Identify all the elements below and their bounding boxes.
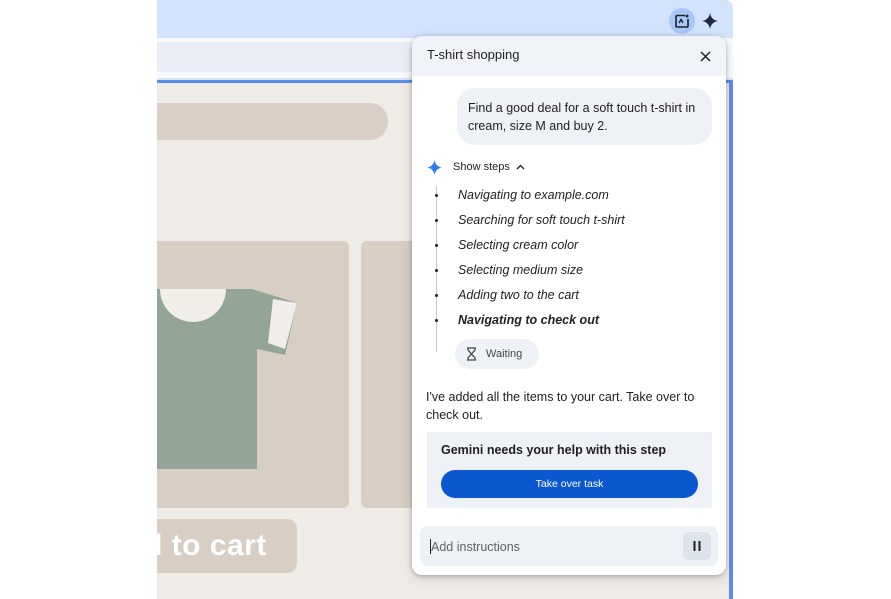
instructions-bar bbox=[420, 526, 718, 566]
add-to-cart-button[interactable]: d to cart bbox=[157, 519, 297, 573]
take-over-task-button[interactable]: Take over task bbox=[441, 470, 698, 498]
step-item: Adding two to the cart bbox=[432, 288, 579, 302]
task-icon bbox=[675, 14, 689, 28]
gemini-spark-icon bbox=[701, 12, 719, 30]
waiting-status: Waiting bbox=[455, 339, 539, 369]
chevron-up-icon bbox=[516, 164, 525, 170]
help-title: Gemini needs your help with this step bbox=[441, 443, 667, 457]
screen: d to cart T-shirt shopping Find a good d… bbox=[0, 0, 891, 599]
tshirt-image bbox=[157, 289, 297, 469]
hourglass-icon bbox=[467, 347, 476, 361]
panel-title: T-shirt shopping bbox=[427, 47, 520, 62]
step-item: Navigating to example.com bbox=[432, 188, 609, 202]
help-request-card: Gemini needs your help with this step Ta… bbox=[427, 432, 712, 508]
instructions-input[interactable] bbox=[431, 538, 671, 556]
task-button[interactable] bbox=[669, 8, 695, 34]
gemini-side-panel: T-shirt shopping Find a good deal for a … bbox=[412, 36, 726, 575]
gemini-button[interactable] bbox=[697, 8, 723, 34]
close-button[interactable] bbox=[695, 46, 715, 66]
waiting-label: Waiting bbox=[486, 348, 523, 360]
assistant-reply: I've added all the items to your cart. T… bbox=[426, 390, 695, 422]
step-item: Selecting cream color bbox=[432, 238, 578, 252]
site-search-bar[interactable] bbox=[157, 103, 388, 140]
show-steps-toggle[interactable]: Show steps bbox=[426, 158, 525, 176]
pause-icon bbox=[693, 541, 701, 551]
step-item: Selecting medium size bbox=[432, 263, 583, 277]
tab-strip bbox=[157, 0, 733, 38]
close-icon bbox=[699, 50, 711, 62]
step-item: Searching for soft touch t-shirt bbox=[432, 213, 625, 227]
show-steps-label: Show steps bbox=[453, 161, 510, 173]
current-step-item: Navigating to check out bbox=[432, 313, 599, 327]
user-message: Find a good deal for a soft touch t-shir… bbox=[457, 88, 712, 145]
panel-header: T-shirt shopping bbox=[412, 36, 726, 76]
gemini-spark-icon bbox=[426, 159, 443, 175]
product-card[interactable] bbox=[157, 241, 349, 508]
pause-button[interactable] bbox=[683, 532, 711, 560]
